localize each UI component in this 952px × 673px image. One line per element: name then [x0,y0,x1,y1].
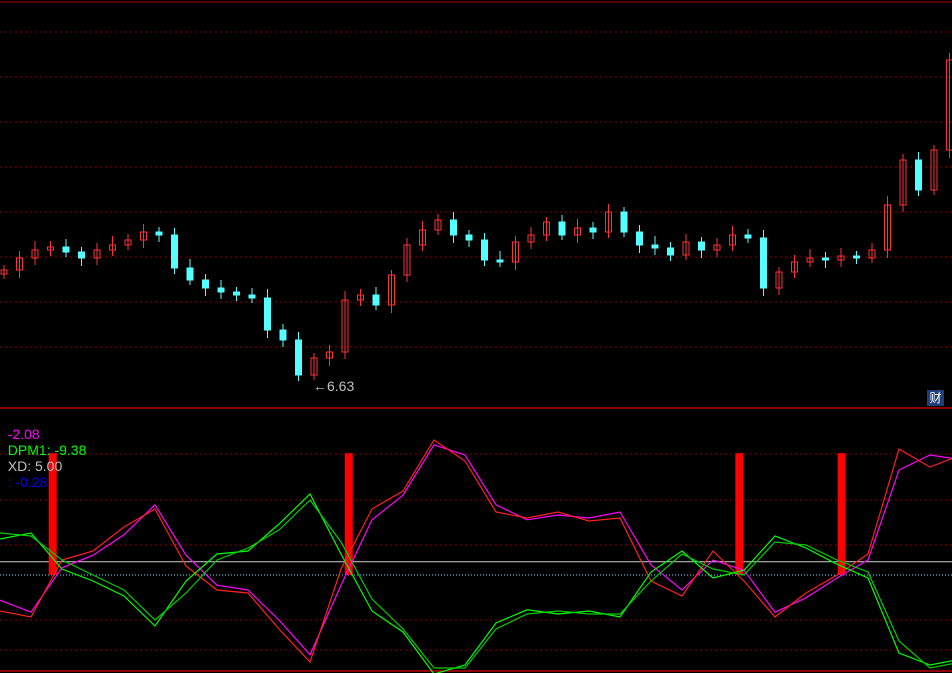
finance-icon[interactable]: 财 [927,390,944,406]
candle-body [264,297,271,331]
candle-body [496,259,504,263]
candle-body [620,211,628,233]
candle-body [698,241,705,251]
candle-body [651,244,659,249]
legend-magenta: -2.08 [7,426,40,442]
series-green2 [0,499,952,669]
low-price-value: 6.63 [327,378,355,394]
candle-body [186,267,194,281]
candle-body [558,221,566,236]
candle-body [481,239,488,261]
candle-body [589,227,597,233]
candle-body [62,246,70,253]
candle-body [450,219,457,236]
candle-body [760,237,767,289]
candle-body [233,291,240,296]
signal-bar [837,453,846,575]
candle-body [295,339,302,376]
series-green1 [0,493,952,673]
candle-body [78,251,85,259]
legend-dpm1: DPM1: -9.38 [7,442,87,458]
candle-body [744,234,752,239]
low-marker: ← [313,378,327,394]
candle-body [667,247,674,256]
candle-body [915,159,922,191]
candle-body [853,255,860,259]
legend-xd: XD: 5.00 [7,458,63,474]
candle-body [372,294,380,306]
indicator-legend: -2.08 DPM1: -9.38 XD: 5.00 : -0.28 [0,410,87,490]
candle-body [217,287,225,293]
candle-body [636,231,643,246]
low-price-label: ←6.63 [313,378,354,394]
candle-body [155,231,163,236]
candle-body [465,234,473,241]
candle-body [822,257,829,261]
signal-bar [735,453,744,575]
stock-chart [0,1,952,673]
candle-body [248,294,256,299]
candle-body [279,329,287,341]
candle-body [202,279,209,289]
legend-blue: : -0.28 [7,474,48,490]
candle-body [171,234,178,269]
